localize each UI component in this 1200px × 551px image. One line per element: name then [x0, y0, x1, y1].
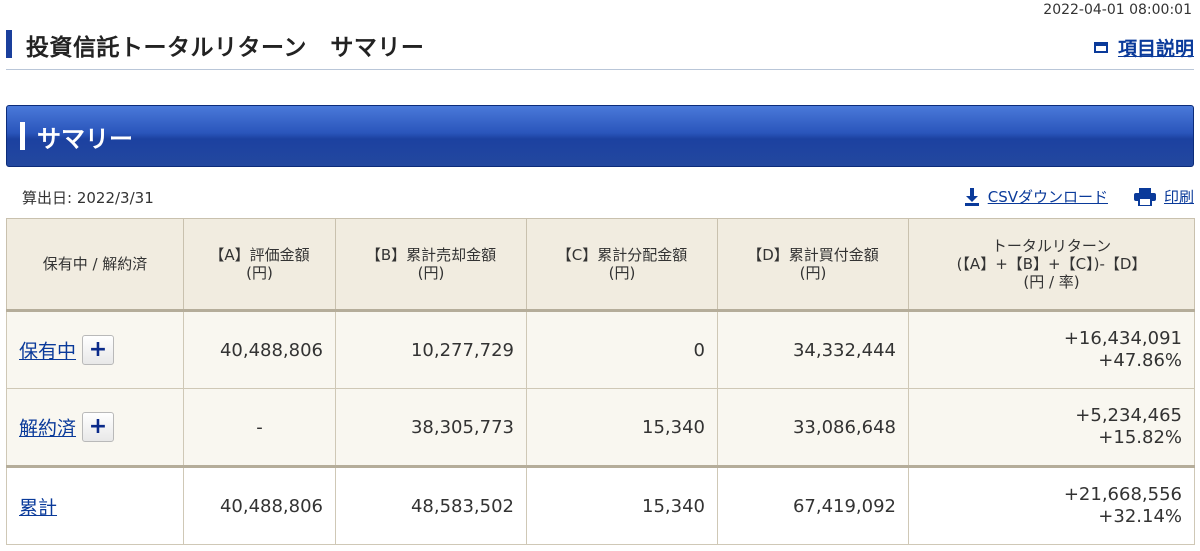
purchase-cell: 34,332,444 [717, 310, 909, 389]
header-c-distribution: 【C】累計分配金額 (円) [526, 218, 718, 312]
header-a-valuation: 【A】評価金額 (円) [183, 218, 336, 312]
header-d-purchase: 【D】累計買付金額 (円) [717, 218, 909, 312]
total-return-cell: +5,234,465 +15.82% [908, 388, 1195, 467]
section-accent-bar [20, 122, 25, 150]
row-name-cell: 保有中 + [6, 310, 184, 389]
distribution-cell: 0 [526, 310, 718, 389]
total-return-cell: +21,668,556 +32.14% [908, 465, 1195, 545]
valuation-cell: 40,488,806 [183, 465, 336, 545]
help-link-label: 項目説明 [1117, 38, 1194, 60]
download-icon [964, 187, 979, 206]
table-row-holding: 保有中 + 40,488,806 10,277,729 0 34,332,444 … [6, 310, 1195, 389]
printer-icon [1133, 187, 1156, 206]
sales-cell: 38,305,773 [335, 388, 527, 467]
sales-cell: 48,583,502 [335, 465, 527, 545]
row-name-cell: 解約済 + [6, 388, 184, 467]
expand-holding-button[interactable]: + [82, 335, 115, 365]
distribution-cell: 15,340 [526, 388, 718, 467]
calculation-date: 算出日: 2022/3/31 [22, 189, 154, 207]
summary-table: 保有中 / 解約済 【A】評価金額 (円) 【B】累計売却金額 (円) 【C】累計分… [6, 218, 1195, 545]
valuation-cell: 40,488,806 [183, 310, 336, 389]
title-accent-bar [6, 30, 12, 58]
window-icon [1093, 42, 1108, 53]
section-header: サマリー [6, 105, 1194, 167]
header-total-return: トータルリターン (【A】+【B】+【C】)-【D】 (円 / 率) [908, 218, 1195, 312]
row-name-cell: 累計 [6, 465, 184, 545]
header-status: 保有中 / 解約済 [6, 218, 184, 312]
csv-download-link[interactable]: CSVダウンロード [964, 186, 1108, 207]
purchase-cell: 33,086,648 [717, 388, 909, 467]
page-header: 投資信託トータルリターン サマリー 項目説明 [6, 22, 1194, 70]
header-b-sales: 【B】累計売却金額 (円) [335, 218, 527, 312]
purchase-cell: 67,419,092 [717, 465, 909, 545]
help-link[interactable]: 項目説明 [1093, 34, 1194, 61]
distribution-cell: 15,340 [526, 465, 718, 545]
total-return-cell: +16,434,091 +47.86% [908, 310, 1195, 389]
section-title: サマリー [37, 125, 133, 153]
csv-download-label: CSVダウンロード [987, 188, 1108, 206]
table-row-total: 累計 40,488,806 48,583,502 15,340 67,419,0… [6, 465, 1195, 545]
page-title: 投資信託トータルリターン サマリー [26, 35, 425, 61]
table-header-row: 保有中 / 解約済 【A】評価金額 (円) 【B】累計売却金額 (円) 【C】累計分… [6, 218, 1195, 312]
print-label: 印刷 [1163, 188, 1194, 206]
expand-canceled-button[interactable]: + [82, 412, 115, 442]
table-row-canceled: 解約済 + - 38,305,773 15,340 33,086,648 +5,2… [6, 388, 1195, 467]
valuation-cell: - [183, 388, 336, 467]
timestamp: 2022-04-01 08:00:01 [1043, 2, 1192, 18]
sales-cell: 10,277,729 [335, 310, 527, 389]
holding-link[interactable]: 保有中 [19, 341, 76, 363]
canceled-link[interactable]: 解約済 [19, 418, 76, 440]
tools-bar: CSVダウンロード 印刷 [964, 186, 1194, 207]
total-link[interactable]: 累計 [19, 497, 57, 519]
print-link[interactable]: 印刷 [1133, 186, 1194, 207]
